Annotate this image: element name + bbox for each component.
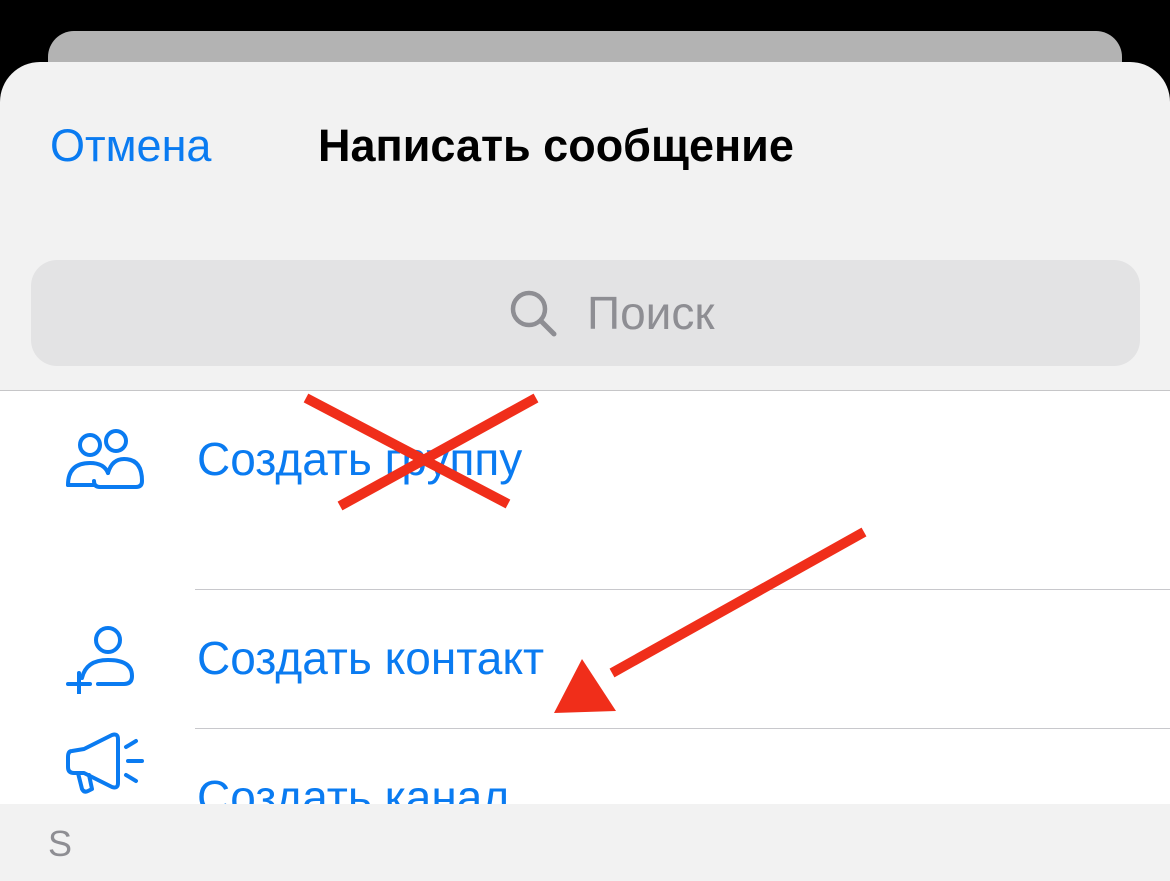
- create-contact-item[interactable]: Создать контакт: [0, 590, 1170, 727]
- section-letter: S: [48, 823, 73, 864]
- new-message-sheet: Отмена Написать сообщение Поиск Создать …: [0, 62, 1170, 881]
- create-contact-label: Создать контакт: [197, 632, 545, 684]
- megaphone-icon: [66, 732, 144, 794]
- create-channel-item[interactable]: Создать канал: [0, 729, 1170, 823]
- create-group-item[interactable]: Создать группу: [0, 391, 1170, 528]
- group-icon: [66, 429, 144, 489]
- search-input[interactable]: [587, 283, 1087, 343]
- screen: Отмена Написать сообщение Поиск Создать …: [0, 0, 1170, 881]
- sheet-title: Написать сообщение: [318, 120, 794, 171]
- add-contact-icon: [66, 626, 134, 694]
- search-icon: [510, 290, 557, 337]
- create-menu-list: Создать группу Создать контакт Создать к…: [0, 391, 1170, 823]
- create-group-label: Создать группу: [197, 433, 523, 485]
- contacts-section-header: S: [0, 804, 1170, 881]
- cancel-button[interactable]: Отмена: [50, 120, 211, 172]
- search-bar[interactable]: [31, 260, 1140, 366]
